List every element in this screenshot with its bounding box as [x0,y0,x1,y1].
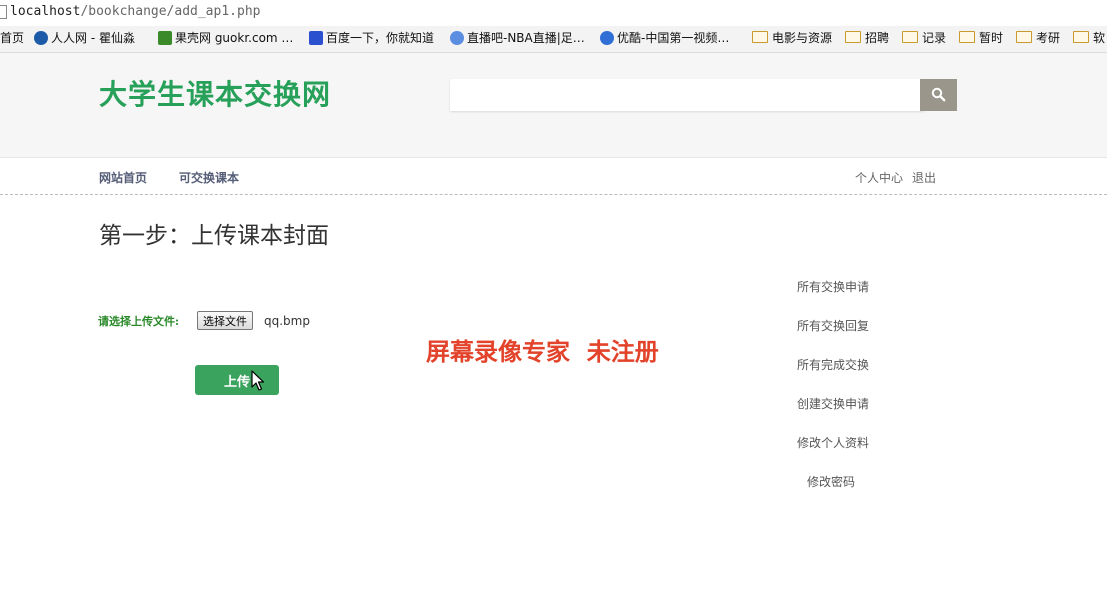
url-text[interactable]: localhost/bookchange/add_ap1.php [10,4,260,19]
bookmark-home[interactable]: 首页 [0,30,24,46]
bookmarks-bar: 首页 人人网 - 瞿仙淼 果壳网 guokr.com … 百度一下，你就知道 直… [0,26,1107,53]
recorder-watermark: 屏幕录像专家 未注册 [426,337,659,366]
baidu-paw-icon [309,31,323,45]
url-path: /bookchange/add_ap1.php [80,4,261,19]
bookmark-folder-jobs[interactable]: 招聘 [845,30,889,46]
bookmark-guokr[interactable]: 果壳网 guokr.com … [158,30,293,46]
bookmark-renren[interactable]: 人人网 - 瞿仙淼 [34,30,135,46]
folder-icon [1073,31,1089,43]
bookmark-youku[interactable]: 优酷-中国第一视频… [600,30,729,46]
search-input[interactable] [450,79,924,111]
nav-logout[interactable]: 退出 [912,169,936,186]
zhibo8-icon [450,31,464,45]
sidebar-item-all-replies[interactable]: 所有交换回复 [797,317,869,334]
sidebar-item-create-request[interactable]: 创建交换申请 [797,395,869,412]
sidebar-item-all-requests[interactable]: 所有交换申请 [797,278,869,295]
folder-icon [959,31,975,43]
folder-icon [845,31,861,43]
youku-play-icon [600,31,614,45]
sidebar-item-change-password[interactable]: 修改密码 [807,473,855,490]
folder-icon [752,31,768,43]
site-header: 大学生课本交换网 [0,53,1107,157]
url-host: localhost [10,4,81,19]
page-icon [0,5,7,19]
sidebar-item-completed[interactable]: 所有完成交换 [797,356,869,373]
folder-icon [1016,31,1032,43]
bookmark-folder-notes[interactable]: 记录 [902,30,946,46]
bookmark-folder-software[interactable]: 软 [1073,30,1105,46]
sidebar-item-edit-profile[interactable]: 修改个人资料 [797,434,869,451]
selected-file-name: qq.bmp [264,314,310,328]
file-label: 请选择上传文件: [98,315,180,328]
site-logo[interactable]: 大学生课本交换网 [99,73,331,113]
bookmark-folder-temp[interactable]: 暂时 [959,30,1003,46]
mouse-cursor-icon [251,370,265,391]
bookmark-baidu[interactable]: 百度一下，你就知道 [309,30,434,46]
nav-books[interactable]: 可交换课本 [179,169,239,186]
nav-home[interactable]: 网站首页 [99,169,147,186]
bookmark-zhibo8[interactable]: 直播吧-NBA直播|足… [450,30,585,46]
bookmark-folder-exam[interactable]: 考研 [1016,30,1060,46]
search-button[interactable] [920,79,957,111]
page-title: 第一步：上传课本封面 [99,223,329,249]
bookmark-folder-movies[interactable]: 电影与资源 [752,30,832,46]
nav-profile[interactable]: 个人中心 [855,169,903,186]
address-bar[interactable]: localhost/bookchange/add_ap1.php [0,0,1107,26]
upload-button[interactable]: 上传 [195,365,279,395]
renren-icon [34,31,48,45]
search-icon [931,87,946,102]
folder-icon [902,31,918,43]
choose-file-button[interactable]: 选择文件 [197,311,253,330]
guokr-icon [158,31,172,45]
main-nav: 网站首页 可交换课本 个人中心 退出 [0,157,1107,195]
